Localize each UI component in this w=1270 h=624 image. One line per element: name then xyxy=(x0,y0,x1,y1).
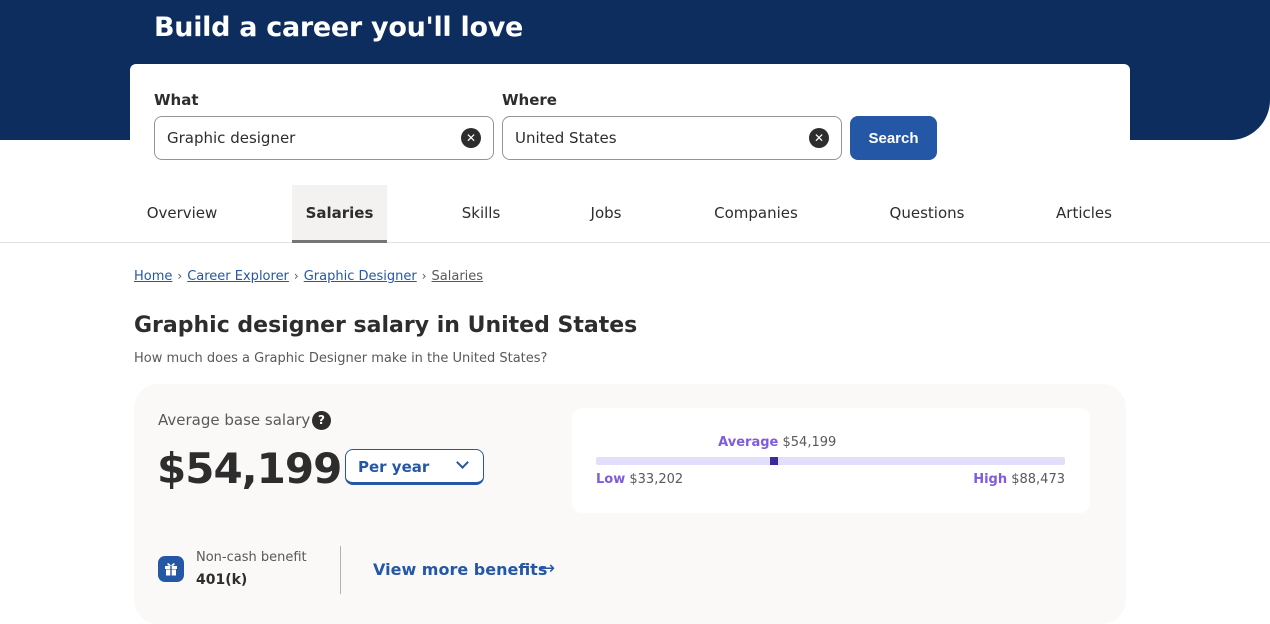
range-high: High $88,473 xyxy=(973,472,1065,487)
range-average: Average $54,199 xyxy=(718,435,836,450)
where-input[interactable]: United States ✕ xyxy=(502,116,842,160)
breadcrumb: Home › Career Explorer › Graphic Designer › Sa… xyxy=(134,269,483,284)
salary-range-card: Average $54,199 Low $33,202 High $88,473 xyxy=(572,408,1090,513)
range-average-value: $54,199 xyxy=(782,435,837,450)
hero-title: Build a career you'll love xyxy=(154,12,524,43)
what-input[interactable]: Graphic designer ✕ xyxy=(154,116,494,160)
view-more-benefits-link[interactable]: View more benefits xyxy=(373,560,547,579)
tab-jobs[interactable]: Jobs xyxy=(576,185,636,243)
search-button[interactable]: Search xyxy=(850,116,937,160)
breadcrumb-separator: › xyxy=(421,269,427,283)
benefit-value: 401(k) xyxy=(196,572,248,588)
divider xyxy=(340,546,341,594)
average-salary-label: Average base salary xyxy=(158,411,311,429)
tab-bar: Overview Salaries Skills Jobs Companies … xyxy=(0,185,1270,243)
page-title: Graphic designer salary in United States xyxy=(134,313,638,338)
tab-skills[interactable]: Skills xyxy=(446,185,516,243)
breadcrumb-career-explorer[interactable]: Career Explorer xyxy=(187,269,289,284)
average-salary-value: $54,199 xyxy=(157,444,342,493)
tab-articles[interactable]: Articles xyxy=(1044,185,1124,243)
clear-what-icon[interactable]: ✕ xyxy=(461,128,481,148)
gift-icon xyxy=(158,556,184,582)
tab-companies[interactable]: Companies xyxy=(700,185,812,243)
range-average-label: Average xyxy=(718,435,779,450)
salary-card: Average base salary ? $54,199 Per year A… xyxy=(134,384,1126,624)
breadcrumb-separator: › xyxy=(177,269,183,283)
range-average-marker xyxy=(770,457,779,465)
arrow-right-icon[interactable]: → xyxy=(540,560,555,578)
range-low: Low $33,202 xyxy=(596,472,683,487)
tab-overview[interactable]: Overview xyxy=(134,185,230,243)
page-subtitle: How much does a Graphic Designer make in… xyxy=(134,351,548,366)
range-low-value: $33,202 xyxy=(629,472,684,487)
chevron-down-icon xyxy=(456,456,469,469)
range-low-label: Low xyxy=(596,472,626,487)
what-input-value[interactable]: Graphic designer xyxy=(167,129,295,147)
range-high-label: High xyxy=(973,472,1008,487)
breadcrumb-home[interactable]: Home xyxy=(134,269,172,284)
period-dropdown[interactable]: Per year xyxy=(345,449,484,485)
range-bar xyxy=(596,457,1065,465)
what-label: What xyxy=(154,91,199,109)
breadcrumb-salaries[interactable]: Salaries xyxy=(432,269,484,284)
range-high-value: $88,473 xyxy=(1011,472,1065,487)
benefit-label: Non-cash benefit xyxy=(196,550,307,565)
breadcrumb-separator: › xyxy=(293,269,299,283)
clear-where-icon[interactable]: ✕ xyxy=(809,128,829,148)
period-selected-value: Per year xyxy=(358,458,430,476)
where-input-value[interactable]: United States xyxy=(515,129,617,147)
where-label: Where xyxy=(502,91,557,109)
tab-questions[interactable]: Questions xyxy=(874,185,980,243)
help-icon[interactable]: ? xyxy=(312,411,331,430)
tab-salaries[interactable]: Salaries xyxy=(292,185,387,243)
breadcrumb-graphic-designer[interactable]: Graphic Designer xyxy=(304,269,417,284)
search-form: What Graphic designer ✕ Where United Sta… xyxy=(130,64,1130,184)
